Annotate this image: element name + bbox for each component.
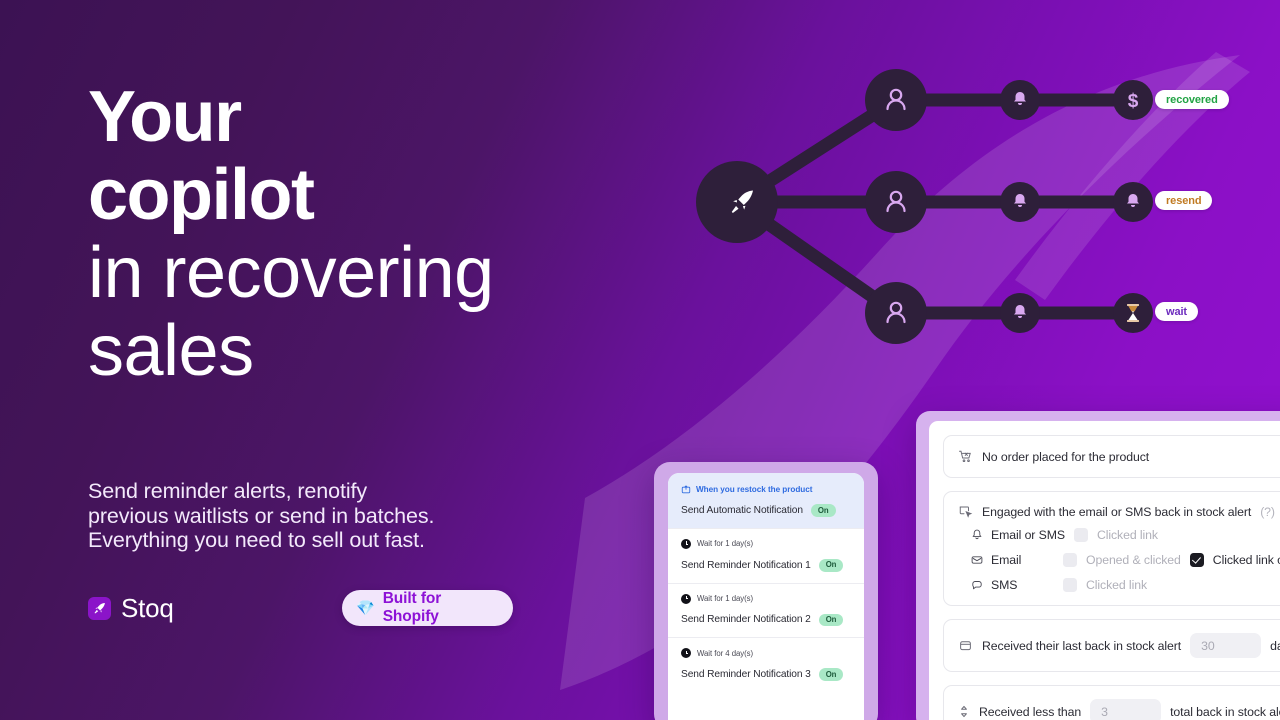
- help-hint[interactable]: (?): [1260, 505, 1275, 519]
- calendar-icon: [958, 638, 973, 653]
- filter-label-total-after: total back in stock alerts: [1170, 704, 1280, 719]
- channel-email-or-sms: Email or SMS: [970, 528, 1065, 542]
- days-ago-input[interactable]: 30: [1190, 633, 1262, 658]
- filter-label-total-before: Received less than: [979, 704, 1082, 719]
- filter-row-no-order: No order placed for the product: [944, 436, 1280, 477]
- built-for-shopify-badge[interactable]: 💎 Built for Shopify: [342, 590, 513, 626]
- filter-label-last-alert-after: days ago: [1270, 638, 1280, 653]
- flow-connectors: [730, 93, 1140, 320]
- channel-label: Email or SMS: [991, 528, 1065, 542]
- channel-label: SMS: [991, 578, 1018, 592]
- status-badge: On: [818, 558, 844, 572]
- checkbox-clicked-link-only[interactable]: [1189, 553, 1204, 567]
- flow-hub-node: [696, 161, 778, 243]
- workflow-action-row: Send Reminder Notification 2 On: [681, 613, 851, 627]
- headline-line-2: copilot: [88, 155, 315, 235]
- filter-option-row: Email or SMS Clicked link: [944, 528, 1280, 542]
- brand-name: Stoq: [121, 592, 174, 623]
- status-badge: On: [810, 504, 836, 517]
- chat-icon: [970, 578, 984, 592]
- filter-label-no-order: No order placed for the product: [982, 449, 1150, 464]
- bell-icon: [970, 528, 984, 542]
- filter-card-last-alert[interactable]: Received their last back in stock alert …: [943, 619, 1280, 672]
- filter-card-no-order[interactable]: No order placed for the product: [943, 435, 1280, 478]
- restock-box-icon: [681, 484, 691, 494]
- workflow-first-action-row: Send Automatic Notification On: [681, 504, 851, 517]
- filter-panel: No order placed for the product Engaged …: [929, 421, 1280, 720]
- workflow-wait-label: Wait for 4 day(s): [697, 648, 754, 658]
- checkbox-opened-and-clicked[interactable]: [1063, 553, 1077, 567]
- envelope-icon: [970, 553, 984, 567]
- channel-label: Email: [991, 553, 1022, 567]
- workflow-wait-row: Wait for 1 day(s): [681, 593, 851, 604]
- channel-sms: SMS: [970, 578, 1054, 592]
- checkbox-label: Opened & clicked: [1086, 553, 1181, 567]
- brand-row: Stoq 💎 Built for Shopify: [88, 588, 513, 628]
- workflow-wait-row: Wait for 1 day(s): [681, 538, 851, 549]
- workflow-step: Wait for 4 day(s) Send Reminder Notifica…: [668, 637, 864, 692]
- subcopy-line-2: previous waitlists or send in batches.: [88, 503, 435, 528]
- hero-banner: Your copilot in recovering sales Send re…: [0, 0, 1280, 720]
- filter-label-engaged: Engaged with the email or SMS back in st…: [982, 504, 1252, 519]
- badge-label: Built for Shopify: [382, 590, 442, 625]
- checkbox-label: Clicked link: [1096, 528, 1158, 542]
- status-badge: On: [818, 613, 844, 627]
- sort-icon: [958, 704, 970, 719]
- workflow-trigger-label: When you restock the product: [696, 484, 813, 494]
- workflow-card: When you restock the product Send Automa…: [668, 473, 864, 720]
- checkbox-clicked-link[interactable]: [1063, 578, 1077, 592]
- subcopy-line-1: Send reminder alerts, renotify: [88, 479, 368, 503]
- outcome-pill-wait: wait: [1155, 302, 1198, 321]
- gem-icon: 💎: [356, 599, 375, 617]
- workflow-wait-label: Wait for 1 day(s): [697, 594, 754, 604]
- filter-row-last-alert: Received their last back in stock alert …: [944, 620, 1280, 671]
- filter-card-total-alerts[interactable]: Received less than 3 total back in stock…: [943, 685, 1280, 720]
- clock-icon: [681, 538, 691, 549]
- workflow-wait-row: Wait for 4 day(s): [681, 648, 851, 659]
- workflow-first-action-label: Send Automatic Notification: [681, 504, 803, 516]
- workflow-action-label: Send Reminder Notification 3: [681, 669, 811, 681]
- workflow-step: Wait for 1 day(s) Send Reminder Notifica…: [668, 582, 864, 638]
- workflow-action-label: Send Reminder Notification 2: [681, 614, 811, 626]
- filter-panel-frame: No order placed for the product Engaged …: [916, 411, 1280, 720]
- filter-option-row: SMS Clicked link: [944, 578, 1280, 592]
- cart-off-icon: [958, 449, 973, 464]
- filter-row-engaged: Engaged with the email or SMS back in st…: [944, 492, 1280, 528]
- checkbox-label: Clicked link only: [1212, 553, 1280, 567]
- headline-line-3: in recovering: [88, 233, 494, 313]
- workflow-action-row: Send Reminder Notification 3 On: [681, 668, 851, 682]
- total-alerts-input[interactable]: 3: [1090, 699, 1162, 720]
- workflow-wait-label: Wait for 1 day(s): [697, 539, 754, 549]
- filter-label-last-alert-before: Received their last back in stock alert: [982, 638, 1182, 653]
- clock-icon: [681, 593, 691, 604]
- workflow-trigger-row: When you restock the product: [681, 484, 851, 494]
- filter-option-row: Email Opened & clicked Clicked link only: [944, 553, 1280, 567]
- clock-icon: [681, 648, 691, 659]
- rocket-icon: [88, 596, 111, 620]
- subcopy-line-3: Everything you need to sell out fast.: [88, 528, 425, 552]
- cursor-click-icon: [958, 504, 973, 519]
- status-badge: On: [818, 668, 844, 682]
- workflow-step: Wait for 1 day(s) Send Reminder Notifica…: [668, 527, 864, 583]
- channel-email: Email: [970, 553, 1054, 567]
- workflow-action-label: Send Reminder Notification 1: [681, 559, 811, 571]
- filter-card-engaged[interactable]: Engaged with the email or SMS back in st…: [943, 491, 1280, 606]
- headline-line-4: sales: [88, 311, 254, 391]
- filter-row-total-alerts: Received less than 3 total back in stock…: [944, 686, 1280, 720]
- page-title: Your copilot in recovering sales: [88, 78, 558, 390]
- hero-subcopy: Send reminder alerts, renotify previous …: [88, 479, 558, 553]
- checkbox-clicked-link[interactable]: [1073, 528, 1088, 542]
- outcome-pill-recovered: recovered: [1155, 90, 1229, 109]
- headline-line-1: Your: [88, 77, 242, 157]
- checkbox-label: Clicked link: [1086, 578, 1147, 592]
- hero-copy: Your copilot in recovering sales: [88, 78, 558, 390]
- workflow-trigger-section: When you restock the product Send Automa…: [668, 473, 864, 528]
- dollar-icon: $: [1128, 91, 1139, 112]
- outcome-pill-resend: resend: [1155, 191, 1213, 210]
- workflow-action-row: Send Reminder Notification 1 On: [681, 558, 851, 572]
- automation-flow-diagram: $ recovered resend wait: [690, 50, 1250, 350]
- workflow-card-frame: When you restock the product Send Automa…: [654, 462, 878, 720]
